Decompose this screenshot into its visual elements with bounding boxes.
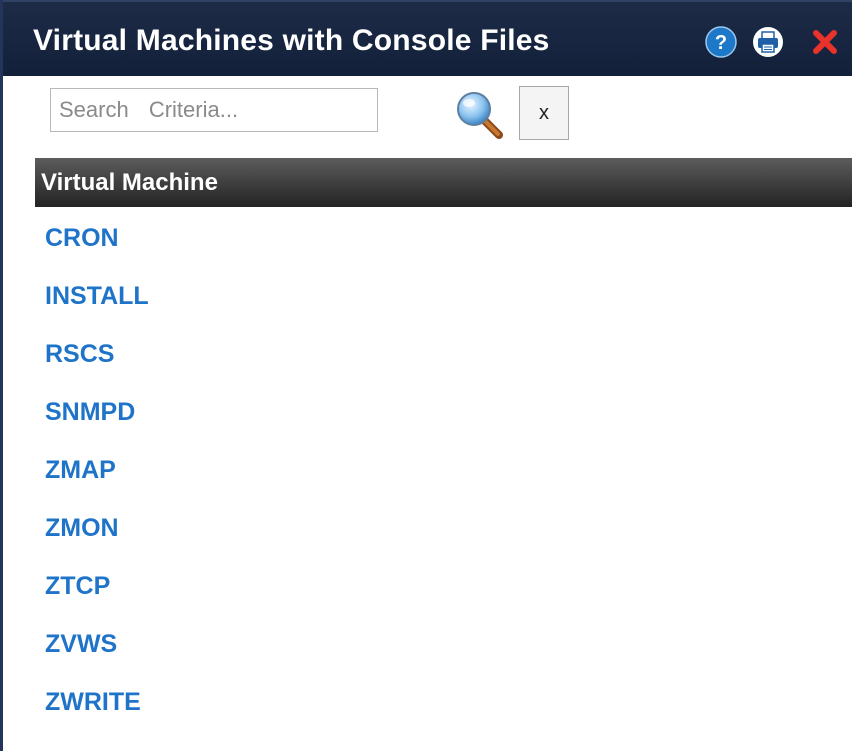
search-input[interactable] [50,88,378,132]
search-toolbar [3,76,852,156]
list-item: CRON [45,207,825,265]
magnifier-icon[interactable] [452,88,506,142]
vm-link-zmon[interactable]: ZMON [45,514,119,543]
window-titlebar: Virtual Machines with Console Files ? [3,0,852,76]
vm-link-ztcp[interactable]: ZTCP [45,572,110,601]
vm-link-zvws[interactable]: ZVWS [45,630,117,659]
list-item: ZMON [45,497,825,555]
console-files-window: Virtual Machines with Console Files ? Se… [0,0,852,751]
vm-link-zwrite[interactable]: ZWRITE [45,688,141,717]
print-icon[interactable] [752,26,784,58]
column-header-virtual-machine[interactable]: Virtual Machine [41,169,218,197]
clear-search-button[interactable]: x [519,86,569,140]
vm-link-cron[interactable]: CRON [45,224,119,253]
close-icon[interactable] [809,26,841,58]
svg-text:?: ? [715,32,727,54]
list-item: ZMAP [45,439,825,497]
list-item: ZVWS [45,613,825,671]
vm-link-zmap[interactable]: ZMAP [45,456,116,485]
vm-link-snmpd[interactable]: SNMPD [45,398,135,427]
vm-link-install[interactable]: INSTALL [45,282,149,311]
list-item: ZTCP [45,555,825,613]
list-item: ZWRITE [45,671,825,729]
table-header: Virtual Machine [35,158,852,207]
virtual-machine-list: CRON INSTALL RSCS SNMPD ZMAP ZMON ZTCP Z… [45,207,825,729]
help-icon[interactable]: ? [705,26,737,58]
window-title: Virtual Machines with Console Files [33,24,550,57]
list-item: SNMPD [45,381,825,439]
list-item: INSTALL [45,265,825,323]
vm-link-rscs[interactable]: RSCS [45,340,114,369]
list-item: RSCS [45,323,825,381]
